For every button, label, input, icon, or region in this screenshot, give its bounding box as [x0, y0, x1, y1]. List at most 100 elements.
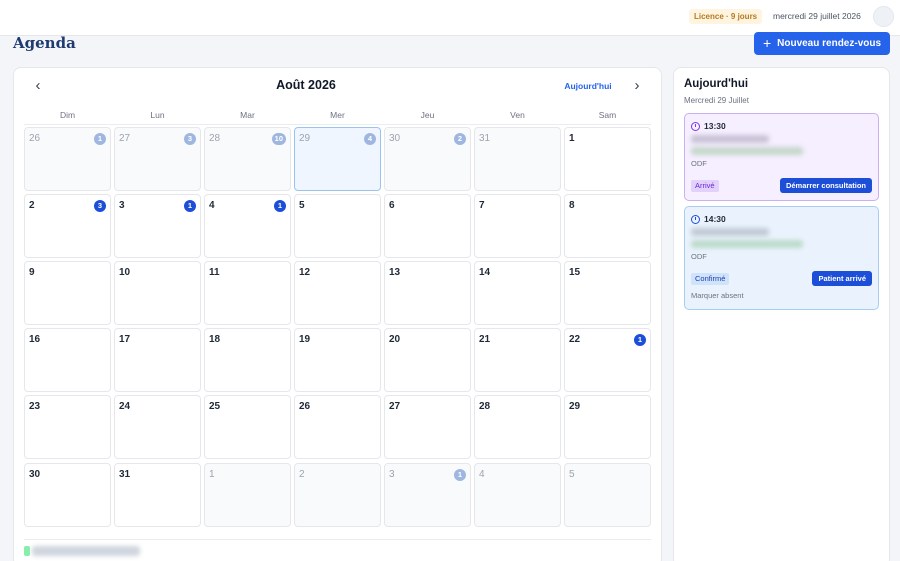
appointment-count-badge: 1 [274, 200, 286, 212]
calendar-day-cell[interactable]: 30 2 [384, 127, 471, 191]
calendar-day-cell[interactable]: 24 [114, 395, 201, 459]
day-number: 13 [389, 267, 401, 278]
day-number: 23 [29, 401, 41, 412]
day-number: 26 [299, 401, 311, 412]
day-number: 27 [119, 133, 131, 144]
day-number: 2 [29, 200, 35, 211]
day-number: 5 [569, 469, 575, 480]
day-number: 20 [389, 334, 401, 345]
current-date: mercredi 29 juillet 2026 [773, 11, 861, 21]
appointment-count-badge: 2 [454, 133, 466, 145]
calendar-day-cell[interactable]: 23 [24, 194, 111, 258]
top-bar: Licence · 9 jours mercredi 29 juillet 20… [0, 0, 900, 36]
day-number: 3 [389, 469, 395, 480]
calendar-day-cell[interactable]: 28 [474, 395, 561, 459]
weekday-label: Jeu [420, 110, 435, 120]
mark-absent-link[interactable]: Marquer absent [691, 291, 744, 300]
calendar-day-cell[interactable]: 5 [564, 463, 651, 527]
calendar-day-cell[interactable]: 2 [294, 463, 381, 527]
calendar-day-cell[interactable]: 22 1 [564, 328, 651, 392]
calendar-day-cell[interactable]: 1 [204, 463, 291, 527]
calendar-day-cell[interactable]: 17 [114, 328, 201, 392]
calendar-day-cell[interactable]: 7 [474, 194, 561, 258]
calendar-day-cell[interactable]: 13 [384, 261, 471, 325]
calendar-day-cell[interactable]: 19 [294, 328, 381, 392]
calendar-day-cell[interactable]: 31 [114, 194, 201, 258]
day-number: 24 [119, 401, 131, 412]
calendar-day-cell[interactable]: 29 [564, 395, 651, 459]
day-number: 3 [119, 200, 125, 211]
day-number: 11 [209, 267, 220, 278]
user-avatar[interactable] [873, 6, 894, 27]
calendar-day-cell[interactable]: 6 [384, 194, 471, 258]
calendar-day-cell[interactable]: 8 [564, 194, 651, 258]
day-number: 17 [119, 334, 131, 345]
patient-name-redacted [691, 228, 769, 236]
calendar-day-cell[interactable]: 4 [474, 463, 561, 527]
chevron-right-icon[interactable]: › [629, 76, 645, 96]
status-badge: Confirmé [691, 273, 730, 285]
calendar-day-cell[interactable]: 27 3 [114, 127, 201, 191]
calendar-day-cell[interactable]: 28 10 [204, 127, 291, 191]
calendar-day-cell[interactable]: 27 [384, 395, 471, 459]
appointment-count-badge: 1 [94, 133, 106, 145]
calendar-day-cell[interactable]: 5 [294, 194, 381, 258]
calendar-day-cell[interactable]: 1 [564, 127, 651, 191]
calendar-day-cell[interactable]: 31 [114, 463, 201, 527]
day-number: 29 [569, 401, 581, 412]
calendar-day-cell[interactable]: 18 [204, 328, 291, 392]
legend-divider [24, 539, 651, 540]
licence-badge[interactable]: Licence · 9 jours [689, 9, 763, 24]
calendar-day-cell[interactable]: 31 [474, 127, 561, 191]
calendar-day-cell[interactable]: 12 [294, 261, 381, 325]
start-consultation-button[interactable]: Démarrer consultation [779, 178, 872, 193]
calendar-day-cell[interactable]: 30 [24, 463, 111, 527]
day-number: 21 [479, 334, 491, 345]
calendar-day-cell[interactable]: 16 [24, 328, 111, 392]
appointment-card[interactable]: 14:30 ODF Confirmé Patient arrivé Marque… [684, 206, 879, 310]
day-number: 27 [389, 401, 401, 412]
day-number: 8 [569, 200, 575, 211]
weekday-label: Dim [59, 110, 76, 120]
calendar-day-cell[interactable]: 26 1 [24, 127, 111, 191]
calendar-day-cell[interactable]: 41 [204, 194, 291, 258]
plus-icon: + [762, 35, 772, 51]
patient-details-redacted [691, 147, 803, 155]
day-number: 4 [479, 469, 485, 480]
calendar-day-cell[interactable]: 20 [384, 328, 471, 392]
patient-details-redacted [691, 240, 803, 248]
appointment-time-label: 14:30 [704, 214, 726, 224]
calendar-day-cell[interactable]: 31 [384, 463, 471, 527]
appointment-time: 14:30 [691, 214, 726, 224]
today-panel-date: Mercredi 29 Juillet [684, 96, 749, 105]
appointment-count-badge: 10 [271, 133, 286, 145]
legend-text-redacted [32, 546, 140, 556]
day-number: 1 [209, 469, 215, 480]
day-number: 18 [209, 334, 221, 345]
appointment-count-badge: 4 [364, 133, 376, 145]
calendar-day-cell[interactable]: 29 4 [294, 127, 381, 191]
day-number: 26 [29, 133, 41, 144]
calendar-day-cell[interactable]: 14 [474, 261, 561, 325]
chevron-left-icon[interactable]: ‹ [30, 76, 46, 96]
new-appointment-button[interactable]: + Nouveau rendez-vous [754, 32, 890, 55]
calendar-day-cell[interactable]: 11 [204, 261, 291, 325]
day-number: 28 [479, 401, 491, 412]
status-badge: Arrivé [691, 180, 719, 192]
calendar-day-cell[interactable]: 23 [24, 395, 111, 459]
day-number: 30 [389, 133, 401, 144]
appointment-card[interactable]: 13:30 ODF Arrivé Démarrer consultation [684, 113, 879, 201]
day-number: 12 [299, 267, 311, 278]
today-button[interactable]: Aujourd'hui [560, 81, 616, 91]
calendar-day-cell[interactable]: 21 [474, 328, 561, 392]
patient-arrived-button[interactable]: Patient arrivé [812, 271, 872, 286]
appointment-count-badge: 1 [454, 469, 466, 481]
calendar-day-cell[interactable]: 15 [564, 261, 651, 325]
appointment-count-badge: 3 [184, 133, 196, 145]
weekday-label: Sam [598, 110, 617, 120]
calendar-day-cell[interactable]: 25 [204, 395, 291, 459]
calendar-day-cell[interactable]: 10 [114, 261, 201, 325]
calendar-day-cell[interactable]: 26 [294, 395, 381, 459]
calendar-day-cell[interactable]: 9 [24, 261, 111, 325]
day-number: 25 [209, 401, 221, 412]
